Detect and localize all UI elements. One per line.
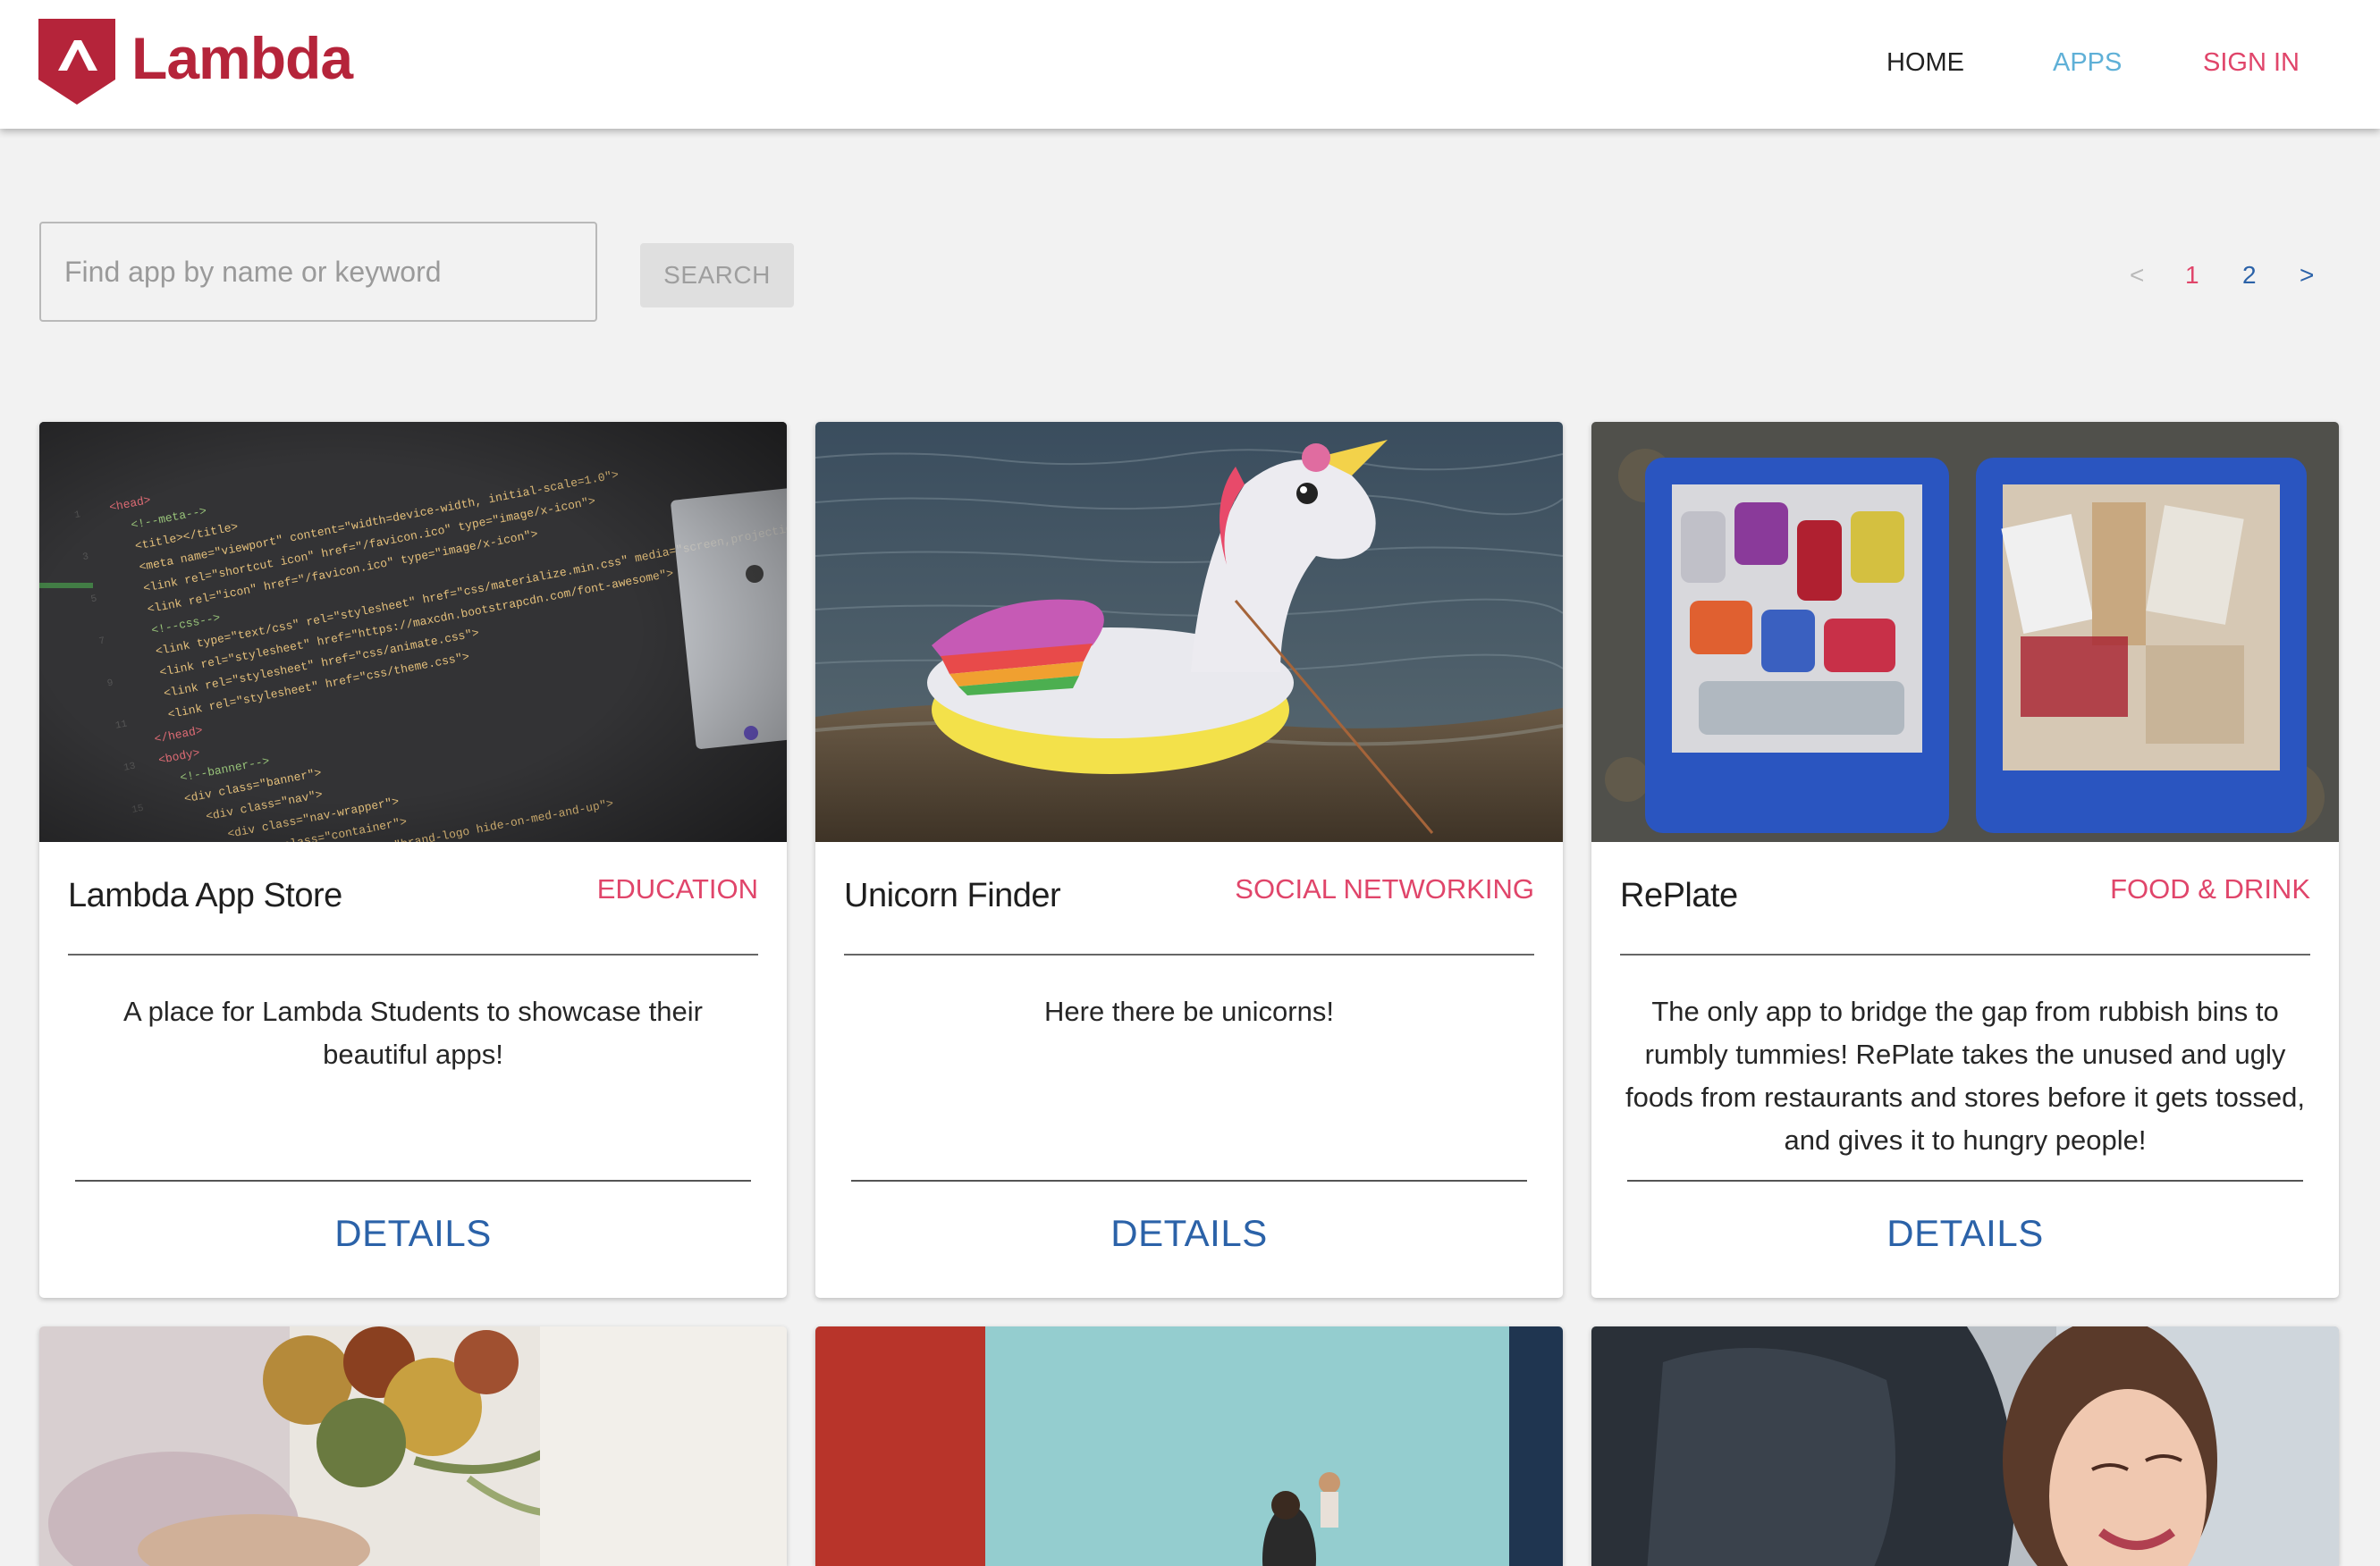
nav-home-link[interactable]: HOME [1886,45,1964,80]
app-category[interactable]: EDUCATION [597,871,758,908]
divider [1620,954,2310,956]
divider [844,954,1534,956]
pagination-prev[interactable]: < [2130,259,2144,291]
app-title: RePlate [1620,877,1738,914]
pagination-page-2[interactable]: 2 [2242,259,2257,291]
search-input[interactable] [39,222,597,322]
divider [75,1180,751,1182]
app-card [815,1326,1563,1566]
details-link[interactable]: DETAILS [815,1208,1563,1259]
nav-apps-link[interactable]: APPS [2053,45,2122,80]
app-title: Lambda App Store [68,877,342,914]
mother-child-photo [815,1326,1563,1566]
app-description: The only app to bridge the gap from rubb… [1625,996,2305,1156]
divider [1627,1180,2303,1182]
top-nav-bar: Lambda HOME APPS SIGN IN [0,0,2380,129]
recycling-bins-photo [1591,422,2339,842]
app-card [39,1326,787,1566]
pagination-page-1[interactable]: 1 [2185,259,2199,291]
app-card: <head> <!--meta--> <title></title> <meta… [39,422,787,1298]
app-card [1591,1326,2339,1566]
divider [68,954,758,956]
smiling-woman-photo [1591,1326,2339,1566]
app-description: A place for Lambda Students to showcase … [123,996,703,1070]
divider [851,1180,1527,1182]
nav-signin-link[interactable]: SIGN IN [2203,45,2300,80]
brand-name[interactable]: Lambda [131,21,353,95]
app-category[interactable]: FOOD & DRINK [2110,871,2310,908]
app-card: Unicorn Finder SOCIAL NETWORKING Here th… [815,422,1563,1298]
code-screen-photo: <head> <!--meta--> <title></title> <meta… [39,422,787,842]
app-card: RePlate FOOD & DRINK The only app to bri… [1591,422,2339,1298]
app-category[interactable]: SOCIAL NETWORKING [1235,871,1534,908]
inflatable-unicorn-photo [815,422,1563,842]
app-title: Unicorn Finder [844,877,1061,914]
pagination-next[interactable]: > [2300,259,2314,291]
app-description: Here there be unicorns! [1044,996,1334,1027]
lambda-logo-icon[interactable] [38,19,115,105]
flower-bouquet-photo [39,1326,787,1566]
details-link[interactable]: DETAILS [1591,1208,2339,1259]
details-link[interactable]: DETAILS [39,1208,787,1259]
search-button[interactable]: SEARCH [640,243,794,307]
